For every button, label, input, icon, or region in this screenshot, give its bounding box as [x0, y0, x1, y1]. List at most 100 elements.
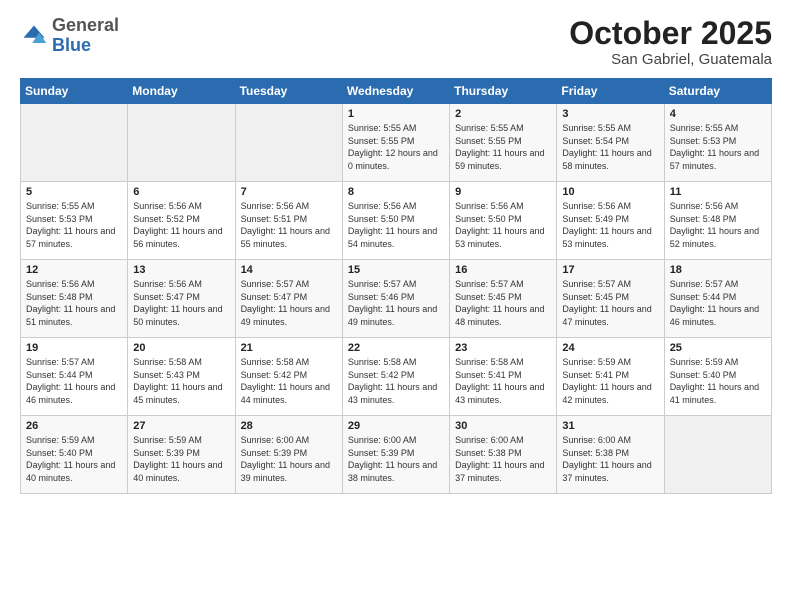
table-row: 7 Sunrise: 5:56 AMSunset: 5:51 PMDayligh…	[235, 182, 342, 260]
table-row: 19 Sunrise: 5:57 AMSunset: 5:44 PMDaylig…	[21, 338, 128, 416]
calendar-week-3: 12 Sunrise: 5:56 AMSunset: 5:48 PMDaylig…	[21, 260, 772, 338]
day-info: Sunrise: 5:55 AMSunset: 5:54 PMDaylight:…	[562, 123, 651, 171]
day-number: 2	[455, 108, 551, 120]
day-info: Sunrise: 5:56 AMSunset: 5:48 PMDaylight:…	[26, 279, 115, 327]
day-info: Sunrise: 5:58 AMSunset: 5:41 PMDaylight:…	[455, 357, 544, 405]
table-row: 12 Sunrise: 5:56 AMSunset: 5:48 PMDaylig…	[21, 260, 128, 338]
day-info: Sunrise: 6:00 AMSunset: 5:38 PMDaylight:…	[455, 435, 544, 483]
day-info: Sunrise: 5:56 AMSunset: 5:49 PMDaylight:…	[562, 201, 651, 249]
table-row: 9 Sunrise: 5:56 AMSunset: 5:50 PMDayligh…	[450, 182, 557, 260]
day-number: 23	[455, 342, 551, 354]
month-title: October 2025	[569, 16, 772, 51]
day-info: Sunrise: 6:00 AMSunset: 5:39 PMDaylight:…	[348, 435, 437, 483]
col-monday: Monday	[128, 79, 235, 104]
logo-blue: Blue	[52, 35, 91, 55]
table-row: 16 Sunrise: 5:57 AMSunset: 5:45 PMDaylig…	[450, 260, 557, 338]
table-row: 27 Sunrise: 5:59 AMSunset: 5:39 PMDaylig…	[128, 416, 235, 494]
table-row: 10 Sunrise: 5:56 AMSunset: 5:49 PMDaylig…	[557, 182, 664, 260]
day-number: 15	[348, 264, 444, 276]
day-number: 29	[348, 420, 444, 432]
col-tuesday: Tuesday	[235, 79, 342, 104]
table-row: 22 Sunrise: 5:58 AMSunset: 5:42 PMDaylig…	[342, 338, 449, 416]
day-number: 14	[241, 264, 337, 276]
day-info: Sunrise: 5:56 AMSunset: 5:52 PMDaylight:…	[133, 201, 222, 249]
header: General Blue October 2025 San Gabriel, G…	[20, 16, 772, 68]
table-row: 14 Sunrise: 5:57 AMSunset: 5:47 PMDaylig…	[235, 260, 342, 338]
day-number: 22	[348, 342, 444, 354]
day-number: 7	[241, 186, 337, 198]
table-row: 28 Sunrise: 6:00 AMSunset: 5:39 PMDaylig…	[235, 416, 342, 494]
day-info: Sunrise: 5:55 AMSunset: 5:53 PMDaylight:…	[26, 201, 115, 249]
day-info: Sunrise: 5:59 AMSunset: 5:39 PMDaylight:…	[133, 435, 222, 483]
day-info: Sunrise: 5:57 AMSunset: 5:47 PMDaylight:…	[241, 279, 330, 327]
table-row: 20 Sunrise: 5:58 AMSunset: 5:43 PMDaylig…	[128, 338, 235, 416]
day-number: 8	[348, 186, 444, 198]
day-info: Sunrise: 5:56 AMSunset: 5:50 PMDaylight:…	[348, 201, 437, 249]
day-number: 25	[670, 342, 766, 354]
table-row: 15 Sunrise: 5:57 AMSunset: 5:46 PMDaylig…	[342, 260, 449, 338]
day-info: Sunrise: 5:57 AMSunset: 5:46 PMDaylight:…	[348, 279, 437, 327]
table-row	[235, 104, 342, 182]
calendar-week-4: 19 Sunrise: 5:57 AMSunset: 5:44 PMDaylig…	[21, 338, 772, 416]
table-row: 24 Sunrise: 5:59 AMSunset: 5:41 PMDaylig…	[557, 338, 664, 416]
day-info: Sunrise: 5:56 AMSunset: 5:47 PMDaylight:…	[133, 279, 222, 327]
logo-general: General	[52, 15, 119, 35]
col-friday: Friday	[557, 79, 664, 104]
day-info: Sunrise: 5:57 AMSunset: 5:44 PMDaylight:…	[26, 357, 115, 405]
col-wednesday: Wednesday	[342, 79, 449, 104]
day-number: 1	[348, 108, 444, 120]
day-number: 3	[562, 108, 658, 120]
day-number: 10	[562, 186, 658, 198]
table-row: 17 Sunrise: 5:57 AMSunset: 5:45 PMDaylig…	[557, 260, 664, 338]
day-info: Sunrise: 5:56 AMSunset: 5:48 PMDaylight:…	[670, 201, 759, 249]
table-row: 25 Sunrise: 5:59 AMSunset: 5:40 PMDaylig…	[664, 338, 771, 416]
day-number: 5	[26, 186, 122, 198]
table-row: 21 Sunrise: 5:58 AMSunset: 5:42 PMDaylig…	[235, 338, 342, 416]
calendar-page: General Blue October 2025 San Gabriel, G…	[0, 0, 792, 612]
day-number: 9	[455, 186, 551, 198]
day-info: Sunrise: 5:57 AMSunset: 5:45 PMDaylight:…	[562, 279, 651, 327]
table-row: 1 Sunrise: 5:55 AMSunset: 5:55 PMDayligh…	[342, 104, 449, 182]
day-number: 11	[670, 186, 766, 198]
title-block: October 2025 San Gabriel, Guatemala	[569, 16, 772, 68]
day-info: Sunrise: 5:59 AMSunset: 5:40 PMDaylight:…	[26, 435, 115, 483]
table-row: 11 Sunrise: 5:56 AMSunset: 5:48 PMDaylig…	[664, 182, 771, 260]
table-row: 4 Sunrise: 5:55 AMSunset: 5:53 PMDayligh…	[664, 104, 771, 182]
day-number: 24	[562, 342, 658, 354]
day-number: 20	[133, 342, 229, 354]
day-number: 27	[133, 420, 229, 432]
day-number: 4	[670, 108, 766, 120]
day-info: Sunrise: 6:00 AMSunset: 5:38 PMDaylight:…	[562, 435, 651, 483]
table-row: 5 Sunrise: 5:55 AMSunset: 5:53 PMDayligh…	[21, 182, 128, 260]
day-number: 12	[26, 264, 122, 276]
col-thursday: Thursday	[450, 79, 557, 104]
logo: General Blue	[20, 16, 119, 56]
table-row: 31 Sunrise: 6:00 AMSunset: 5:38 PMDaylig…	[557, 416, 664, 494]
day-number: 31	[562, 420, 658, 432]
table-row: 26 Sunrise: 5:59 AMSunset: 5:40 PMDaylig…	[21, 416, 128, 494]
day-number: 30	[455, 420, 551, 432]
day-number: 6	[133, 186, 229, 198]
table-row: 30 Sunrise: 6:00 AMSunset: 5:38 PMDaylig…	[450, 416, 557, 494]
day-info: Sunrise: 5:58 AMSunset: 5:43 PMDaylight:…	[133, 357, 222, 405]
calendar-week-5: 26 Sunrise: 5:59 AMSunset: 5:40 PMDaylig…	[21, 416, 772, 494]
col-saturday: Saturday	[664, 79, 771, 104]
table-row	[21, 104, 128, 182]
day-info: Sunrise: 5:55 AMSunset: 5:55 PMDaylight:…	[348, 123, 438, 171]
table-row	[128, 104, 235, 182]
day-number: 16	[455, 264, 551, 276]
day-info: Sunrise: 5:59 AMSunset: 5:41 PMDaylight:…	[562, 357, 651, 405]
day-info: Sunrise: 5:57 AMSunset: 5:45 PMDaylight:…	[455, 279, 544, 327]
logo-text: General Blue	[52, 16, 119, 56]
col-sunday: Sunday	[21, 79, 128, 104]
table-row: 13 Sunrise: 5:56 AMSunset: 5:47 PMDaylig…	[128, 260, 235, 338]
day-number: 26	[26, 420, 122, 432]
day-info: Sunrise: 5:55 AMSunset: 5:55 PMDaylight:…	[455, 123, 544, 171]
table-row: 29 Sunrise: 6:00 AMSunset: 5:39 PMDaylig…	[342, 416, 449, 494]
table-row: 2 Sunrise: 5:55 AMSunset: 5:55 PMDayligh…	[450, 104, 557, 182]
day-info: Sunrise: 5:57 AMSunset: 5:44 PMDaylight:…	[670, 279, 759, 327]
day-number: 18	[670, 264, 766, 276]
table-row: 18 Sunrise: 5:57 AMSunset: 5:44 PMDaylig…	[664, 260, 771, 338]
day-number: 13	[133, 264, 229, 276]
day-info: Sunrise: 6:00 AMSunset: 5:39 PMDaylight:…	[241, 435, 330, 483]
